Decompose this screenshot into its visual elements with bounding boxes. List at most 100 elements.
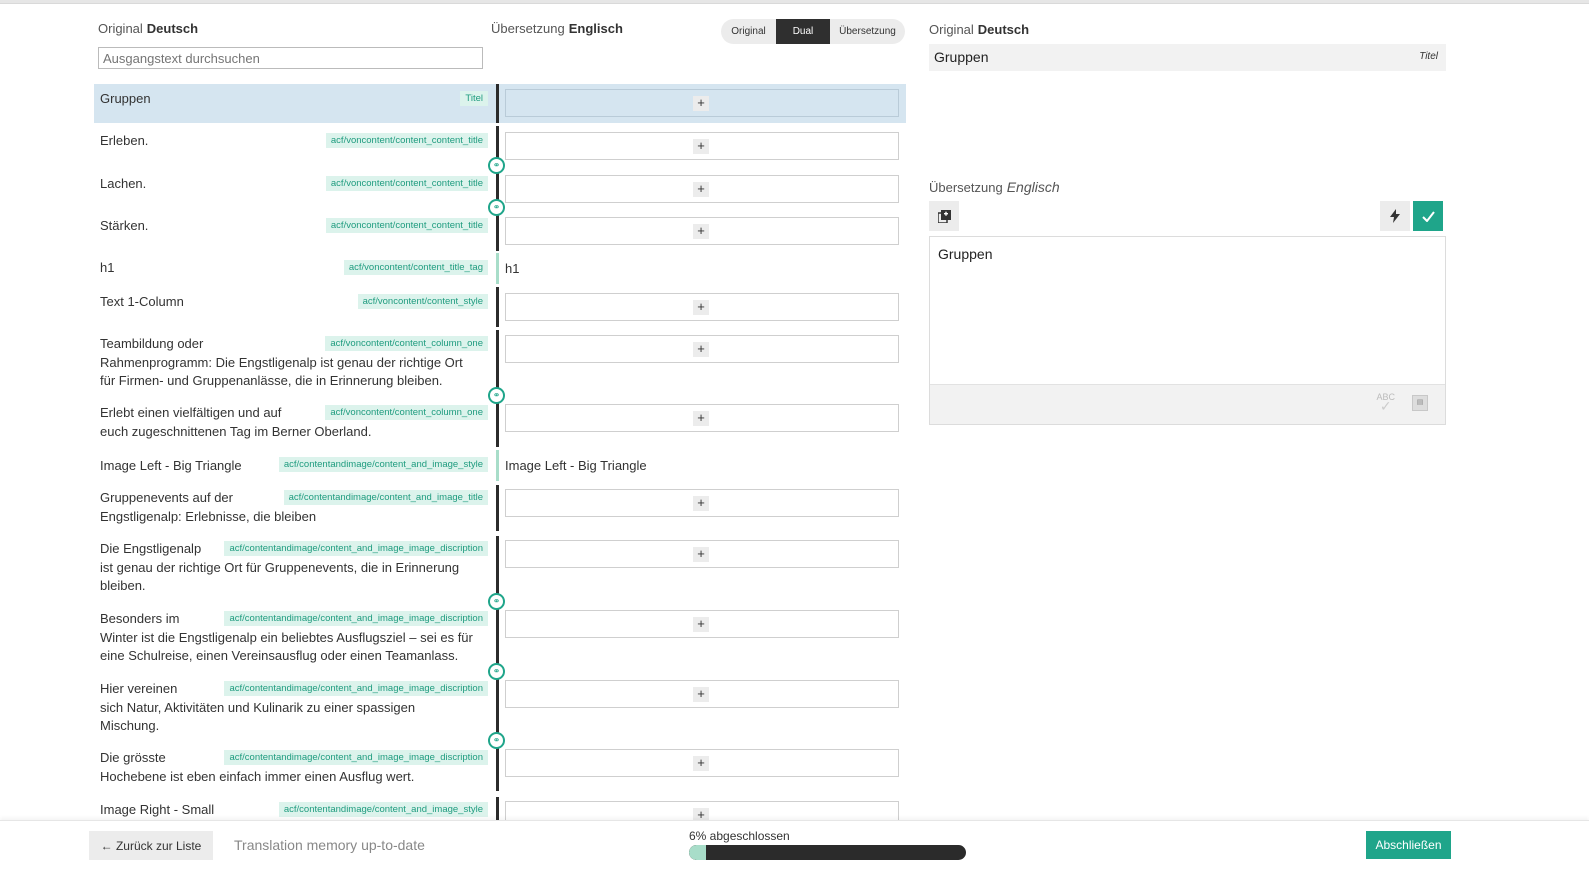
translation-field[interactable]: + — [505, 749, 899, 777]
back-to-list-button[interactable]: ← Zurück zur Liste — [89, 831, 213, 860]
add-translation-button[interactable]: + — [693, 300, 709, 315]
progress-bar — [689, 845, 966, 860]
translation-field[interactable]: + — [505, 175, 899, 203]
copy-source-button[interactable] — [929, 201, 959, 231]
add-translation-button[interactable]: + — [693, 411, 709, 426]
translation-field[interactable]: + — [505, 404, 899, 432]
search-input[interactable] — [98, 47, 483, 69]
translation-editor-text[interactable]: Gruppen — [938, 246, 992, 262]
segment-tag: acf/voncontent/content_style — [357, 294, 488, 309]
translation-editor[interactable]: Gruppen ABC ✓ ▤ — [929, 236, 1446, 425]
segment-row[interactable]: Teambildung oder Rahmenprogramm: Die Eng… — [94, 330, 906, 394]
link-icon[interactable]: ⚭ — [488, 199, 505, 216]
segment-translation[interactable]: h1 — [505, 261, 519, 276]
segment-tag: acf/contentandimage/content_and_image_im… — [224, 541, 488, 556]
progress-fill — [689, 845, 706, 860]
editor-toolbar: ABC ✓ ▤ — [930, 384, 1445, 424]
translation-field[interactable]: + — [505, 293, 899, 321]
segment-tag: acf/contentandimage/content_and_image_im… — [224, 750, 488, 765]
detail-source-text: Gruppen Titel — [929, 44, 1446, 71]
view-original-button[interactable]: Original — [721, 19, 776, 44]
confirm-translation-button[interactable] — [1413, 201, 1443, 231]
translation-field[interactable]: + — [505, 89, 899, 117]
view-mode-toggle: Original Dual Übersetzung — [721, 19, 905, 44]
link-icon[interactable]: ⚭ — [488, 387, 505, 404]
finish-button[interactable]: Abschließen — [1366, 831, 1451, 859]
translation-header: Übersetzung Englisch — [491, 21, 623, 36]
add-translation-button[interactable]: + — [693, 808, 709, 820]
link-icon[interactable]: ⚭ — [488, 593, 505, 610]
add-translation-button[interactable]: + — [693, 139, 709, 154]
translation-field[interactable]: + — [505, 335, 899, 363]
segment-source: Text 1-Column — [100, 294, 184, 309]
segment-source: Stärken. — [100, 218, 149, 233]
segment-row[interactable]: Image Right - Small acf/contentandimage/… — [94, 797, 906, 820]
translation-field[interactable]: + — [505, 680, 899, 708]
add-translation-button[interactable]: + — [693, 224, 709, 239]
segment-row[interactable]: Die Engstligenalp ist genau der richtige… — [94, 536, 906, 600]
machine-translate-button[interactable] — [1380, 201, 1410, 231]
view-translation-button[interactable]: Übersetzung — [830, 19, 905, 44]
add-translation-button[interactable]: + — [693, 496, 709, 511]
segment-tag: acf/voncontent/content_content_title — [325, 218, 488, 233]
translation-field[interactable]: + — [505, 610, 899, 638]
segment-row[interactable]: Stärken. acf/voncontent/content_content_… — [94, 211, 906, 251]
segment-tag: acf/contentandimage/content_and_image_st… — [278, 457, 488, 472]
detail-translation-header: Übersetzung Englisch — [929, 179, 1060, 195]
segment-source: Gruppen — [100, 91, 151, 106]
segment-row[interactable]: Gruppen Titel + — [94, 84, 906, 123]
segment-source: Erleben. — [100, 133, 149, 148]
segment-row[interactable]: Besonders im Winter ist die Engstligenal… — [94, 606, 906, 670]
segment-translation[interactable]: Image Left - Big Triangle — [505, 458, 647, 473]
translation-field[interactable]: + — [505, 132, 899, 160]
segment-tag: acf/voncontent/content_title_tag — [343, 260, 488, 275]
sort-icon[interactable]: ▤ — [1412, 395, 1428, 411]
segment-row[interactable]: Text 1-Column acf/voncontent/content_sty… — [94, 287, 906, 327]
segment-row[interactable]: Die grösste Hochebene ist eben einfach i… — [94, 745, 906, 791]
segment-row[interactable]: Gruppenevents auf der Engstligenalp: Erl… — [94, 485, 906, 531]
segment-tag: Titel — [460, 91, 488, 106]
spellcheck-icon[interactable]: ABC ✓ — [1376, 393, 1395, 414]
segment-tag: acf/contentandimage/content_and_image_ti… — [283, 490, 488, 505]
segment-row[interactable]: h1 acf/voncontent/content_title_tag h1 — [94, 253, 906, 284]
segment-tag: acf/voncontent/content_content_title — [325, 133, 488, 148]
footer-bar: ← Zurück zur Liste Translation memory up… — [0, 820, 1589, 880]
segment-tag: acf/contentandimage/content_and_image_im… — [224, 681, 488, 696]
check-icon — [1421, 210, 1435, 222]
translation-field[interactable]: + — [505, 540, 899, 568]
add-translation-button[interactable]: + — [693, 182, 709, 197]
segment-row[interactable]: Hier vereinen sich Natur, Aktivitäten un… — [94, 676, 906, 740]
add-translation-button[interactable]: + — [693, 756, 709, 771]
tm-status: Translation memory up-to-date — [234, 837, 425, 853]
view-dual-button[interactable]: Dual — [776, 19, 830, 44]
segment-row[interactable]: Erlebt einen vielfältigen und auf euch z… — [94, 399, 906, 447]
segment-tag: acf/contentandimage/content_and_image_st… — [278, 802, 488, 817]
segment-source: Lachen. — [100, 176, 147, 191]
segment-source: Image Left - Big Triangle — [100, 458, 242, 473]
add-translation-button[interactable]: + — [693, 687, 709, 702]
segment-tag: acf/voncontent/content_content_title — [325, 176, 488, 191]
detail-original-header: Original Deutsch — [929, 22, 1030, 37]
translation-field[interactable]: + — [505, 801, 899, 820]
link-icon[interactable]: ⚭ — [488, 732, 505, 749]
add-translation-button[interactable]: + — [693, 547, 709, 562]
original-header: Original Deutsch — [98, 21, 199, 36]
top-border — [0, 0, 1589, 4]
add-translation-button[interactable]: + — [693, 96, 709, 111]
segment-source: h1 — [100, 260, 115, 275]
add-translation-button[interactable]: + — [693, 617, 709, 632]
translation-field[interactable]: + — [505, 489, 899, 517]
segment-tag: acf/voncontent/content_column_one — [325, 405, 488, 420]
add-translation-button[interactable]: + — [693, 342, 709, 357]
translation-field[interactable]: + — [505, 217, 899, 245]
segment-source: Image Right - Small — [100, 802, 215, 817]
segment-tag: acf/voncontent/content_column_one — [325, 336, 488, 351]
segment-tag: acf/contentandimage/content_and_image_im… — [224, 611, 488, 626]
segment-list: Gruppen Titel + Erleben. acf/voncontent/… — [94, 84, 906, 820]
link-icon[interactable]: ⚭ — [488, 157, 505, 174]
bolt-icon — [1390, 209, 1400, 223]
progress-label: 6% abgeschlossen — [689, 829, 790, 843]
detail-source-type: Titel — [1419, 51, 1438, 62]
link-icon[interactable]: ⚭ — [488, 663, 505, 680]
segment-row[interactable]: Image Left - Big Triangle acf/contentand… — [94, 450, 906, 481]
